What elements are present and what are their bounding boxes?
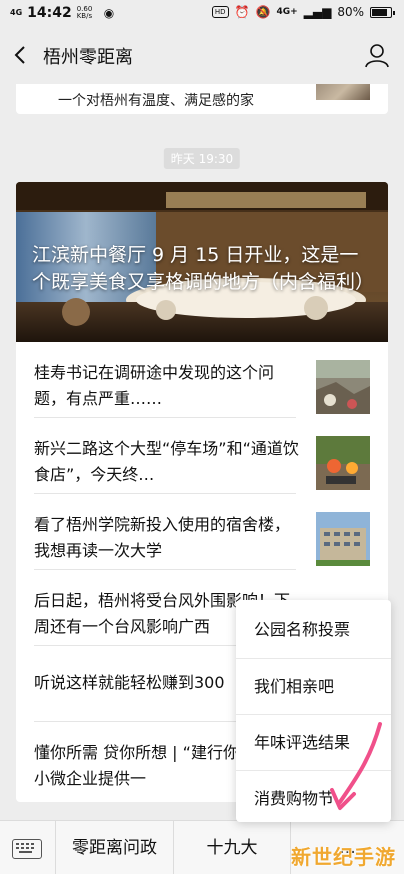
keyboard-toggle[interactable] <box>0 821 56 874</box>
watermark-logo: 新世纪手游 <box>291 845 396 869</box>
article-thumbnail <box>316 360 370 414</box>
navbar: 梧州零距离 <box>0 28 404 84</box>
signal-icon: ▂▄▆ <box>303 5 332 19</box>
network-speed: 0.60 KB/s <box>76 5 93 20</box>
battery-percent: 80% <box>337 5 364 19</box>
network-indicator: 4G <box>10 8 23 17</box>
article-thumbnail <box>316 512 370 566</box>
previous-article-card[interactable]: 一个对梧州有温度、满足感的家 <box>16 84 388 114</box>
article-item[interactable]: 桂寿书记在调研途中发现的这个问题，有点严重…… <box>16 342 388 418</box>
silent-icon: 🔕 <box>255 5 271 19</box>
article-title: 看了梧州学院新投入使用的宿舍楼，我想再读一次大学 <box>34 515 291 560</box>
battery-icon <box>370 6 395 18</box>
hero-article[interactable]: 江滨新中餐厅 9 月 15 日开业，这是一个既享美食又享格调的地方（内含福利） <box>16 182 388 342</box>
person-icon[interactable] <box>364 42 390 68</box>
menu-item-park-vote[interactable]: 公园名称投票 <box>236 602 391 657</box>
status-bar: 4G 14:42 0.60 KB/s ◉ HD ⏰ 🔕 4G+ ▂▄▆ 80% <box>0 0 404 28</box>
hd-badge: HD <box>211 6 229 18</box>
tab-nineteenth-congress[interactable]: 十九大 <box>173 821 290 874</box>
network-type: 4G+ <box>276 7 298 17</box>
alarm-icon: ⏰ <box>234 5 250 19</box>
hero-title: 江滨新中餐厅 9 月 15 日开业，这是一个既享美食又享格调的地方（内含福利） <box>32 244 375 293</box>
tab-wenzheng[interactable]: 零距离问政 <box>56 821 173 874</box>
page-title: 梧州零距离 <box>43 47 133 68</box>
previous-article-thumbnail <box>316 84 370 100</box>
pointer-arrow-icon <box>330 722 382 810</box>
wechat-notification-icon: ◉ <box>103 6 115 20</box>
chevron-left-icon[interactable] <box>10 44 32 66</box>
article-thumbnail <box>316 436 370 490</box>
article-title: 桂寿书记在调研途中发现的这个问题，有点严重…… <box>34 363 275 408</box>
article-item[interactable]: 看了梧州学院新投入使用的宿舍楼，我想再读一次大学 <box>16 494 388 570</box>
bottom-menu-bar: 零距离问政 十九大 ... 新世纪手游 <box>0 820 404 874</box>
message-timestamp: 昨天 19:30 <box>163 148 241 169</box>
article-item[interactable]: 新兴二路这个大型“停车场”和“通道饮食店”，今天终… <box>16 418 388 494</box>
keyboard-icon <box>12 839 42 859</box>
article-title: 新兴二路这个大型“停车场”和“通道饮食店”，今天终… <box>34 439 299 484</box>
previous-article-snippet: 一个对梧州有温度、满足感的家 <box>58 93 254 109</box>
clock: 14:42 <box>27 5 72 21</box>
menu-item-blind-date[interactable]: 我们相亲吧 <box>236 658 391 713</box>
